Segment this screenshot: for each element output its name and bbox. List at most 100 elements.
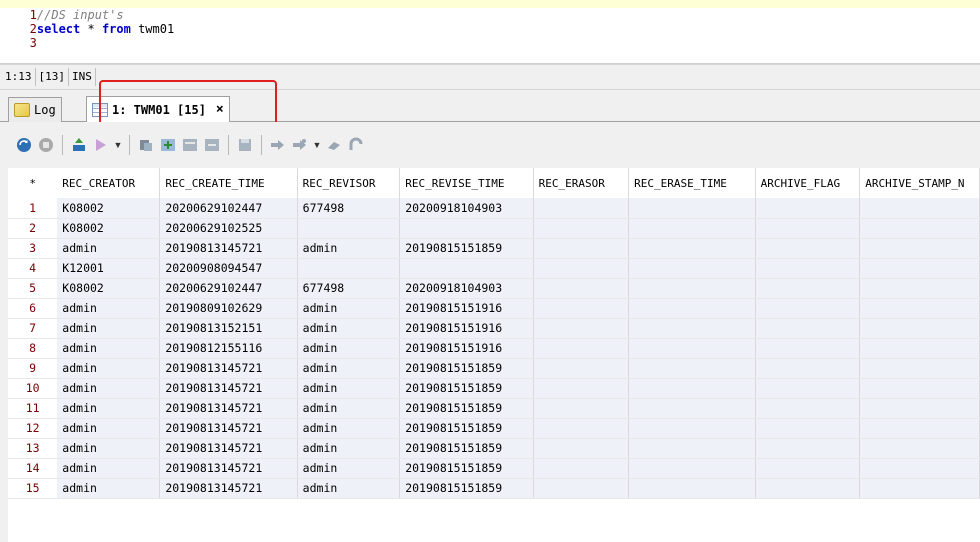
table-cell[interactable] — [755, 278, 861, 299]
table-cell[interactable]: 20190813145721 — [159, 398, 298, 419]
table-cell[interactable] — [859, 418, 980, 439]
table-cell[interactable] — [755, 458, 861, 479]
table-cell[interactable]: 20200629102447 — [159, 278, 298, 299]
table-row[interactable]: 15 admin 20190813145721 admin 20190815151859 — [8, 478, 980, 499]
table-row[interactable]: 14 admin 20190813145721 admin 20190815151859 — [8, 458, 980, 479]
table-cell[interactable] — [755, 358, 861, 379]
table-cell[interactable]: 20200629102447 — [159, 198, 298, 219]
table-cell[interactable] — [533, 278, 630, 299]
table-row[interactable]: 10 admin 20190813145721 admin 20190815151859 — [8, 378, 980, 399]
table-cell[interactable] — [533, 318, 630, 339]
column-header[interactable]: REC_ERASE_TIME — [628, 168, 756, 198]
cancel-icon[interactable] — [324, 135, 344, 155]
table-cell[interactable] — [755, 378, 861, 399]
row-number[interactable]: 6 — [8, 298, 58, 319]
row-number[interactable]: 10 — [8, 378, 58, 399]
table-row[interactable]: 1 K08002 20200629102447 677498 2020091810490… — [8, 198, 980, 219]
tab-log[interactable]: Log — [8, 97, 62, 122]
table-cell[interactable] — [755, 258, 861, 279]
table-cell[interactable] — [755, 338, 861, 359]
table-cell[interactable]: 20190815151859 — [399, 478, 534, 499]
table-cell[interactable] — [755, 198, 861, 219]
table-cell[interactable] — [533, 298, 630, 319]
table-cell[interactable] — [533, 338, 630, 359]
table-row[interactable]: 3 admin 20190813145721 admin 20190815151859 — [8, 238, 980, 259]
column-header[interactable]: ARCHIVE_FLAG — [755, 168, 861, 198]
table-row[interactable]: 12 admin 20190813145721 admin 20190815151859 — [8, 418, 980, 439]
table-cell[interactable]: admin — [297, 378, 401, 399]
table-cell[interactable] — [399, 218, 534, 239]
table-cell[interactable] — [628, 438, 756, 459]
table-cell[interactable]: admin — [57, 318, 161, 339]
table-cell[interactable] — [533, 198, 630, 219]
table-cell[interactable]: admin — [297, 338, 401, 359]
table-cell[interactable] — [755, 478, 861, 499]
column-header[interactable]: REC_CREATE_TIME — [159, 168, 298, 198]
table-cell[interactable] — [859, 258, 980, 279]
table-cell[interactable] — [628, 258, 756, 279]
table-cell[interactable]: admin — [57, 438, 161, 459]
delete-row-icon[interactable] — [202, 135, 222, 155]
table-cell[interactable] — [628, 398, 756, 419]
table-cell[interactable] — [859, 218, 980, 239]
table-cell[interactable] — [755, 298, 861, 319]
row-number[interactable]: 15 — [8, 478, 58, 499]
table-cell[interactable] — [628, 358, 756, 379]
column-header[interactable]: REC_CREATOR — [57, 168, 161, 198]
table-cell[interactable] — [533, 458, 630, 479]
column-header[interactable]: REC_ERASOR — [533, 168, 630, 198]
table-cell[interactable]: admin — [57, 338, 161, 359]
stop-icon[interactable] — [36, 135, 56, 155]
table-cell[interactable]: 20190815151859 — [399, 238, 534, 259]
table-cell[interactable]: admin — [297, 358, 401, 379]
rollback-icon[interactable] — [290, 135, 310, 155]
table-cell[interactable]: K08002 — [57, 198, 161, 219]
table-cell[interactable]: admin — [57, 418, 161, 439]
table-cell[interactable] — [755, 218, 861, 239]
table-cell[interactable] — [628, 378, 756, 399]
table-cell[interactable] — [628, 318, 756, 339]
table-cell[interactable] — [533, 258, 630, 279]
table-cell[interactable] — [533, 378, 630, 399]
table-cell[interactable] — [859, 378, 980, 399]
row-number[interactable]: 2 — [8, 218, 58, 239]
table-cell[interactable]: 20190815151859 — [399, 438, 534, 459]
table-cell[interactable] — [399, 258, 534, 279]
table-cell[interactable] — [628, 458, 756, 479]
table-cell[interactable]: admin — [57, 358, 161, 379]
row-header-corner[interactable]: * — [8, 168, 58, 198]
table-cell[interactable] — [628, 338, 756, 359]
table-cell[interactable]: 20190812155116 — [159, 338, 298, 359]
row-number[interactable]: 14 — [8, 458, 58, 479]
table-cell[interactable]: 20190813145721 — [159, 418, 298, 439]
dropdown-icon[interactable]: ▼ — [113, 140, 123, 150]
table-cell[interactable] — [533, 478, 630, 499]
table-cell[interactable] — [859, 398, 980, 419]
table-cell[interactable] — [533, 438, 630, 459]
table-cell[interactable]: 20190815151916 — [399, 338, 534, 359]
dropdown-icon[interactable]: ▼ — [312, 140, 322, 150]
table-cell[interactable]: admin — [297, 238, 401, 259]
table-cell[interactable] — [859, 278, 980, 299]
table-cell[interactable] — [859, 458, 980, 479]
table-cell[interactable]: admin — [297, 298, 401, 319]
row-number[interactable]: 7 — [8, 318, 58, 339]
table-row[interactable]: 6 admin 20190809102629 admin 20190815151916 — [8, 298, 980, 319]
add-row-icon[interactable] — [158, 135, 178, 155]
table-cell[interactable]: admin — [297, 418, 401, 439]
table-cell[interactable]: 20190815151859 — [399, 458, 534, 479]
column-header[interactable]: ARCHIVE_STAMP_N — [859, 168, 980, 198]
table-cell[interactable] — [628, 278, 756, 299]
row-number[interactable]: 5 — [8, 278, 58, 299]
table-cell[interactable] — [755, 398, 861, 419]
table-cell[interactable]: 20190815151859 — [399, 378, 534, 399]
table-cell[interactable]: admin — [57, 458, 161, 479]
table-cell[interactable]: 20190813145721 — [159, 478, 298, 499]
table-cell[interactable] — [755, 238, 861, 259]
table-cell[interactable]: 677498 — [297, 278, 401, 299]
table-cell[interactable]: admin — [57, 478, 161, 499]
table-cell[interactable] — [755, 318, 861, 339]
table-row[interactable]: 7 admin 20190813152151 admin 20190815151916 — [8, 318, 980, 339]
row-number[interactable]: 12 — [8, 418, 58, 439]
row-number[interactable]: 3 — [8, 238, 58, 259]
